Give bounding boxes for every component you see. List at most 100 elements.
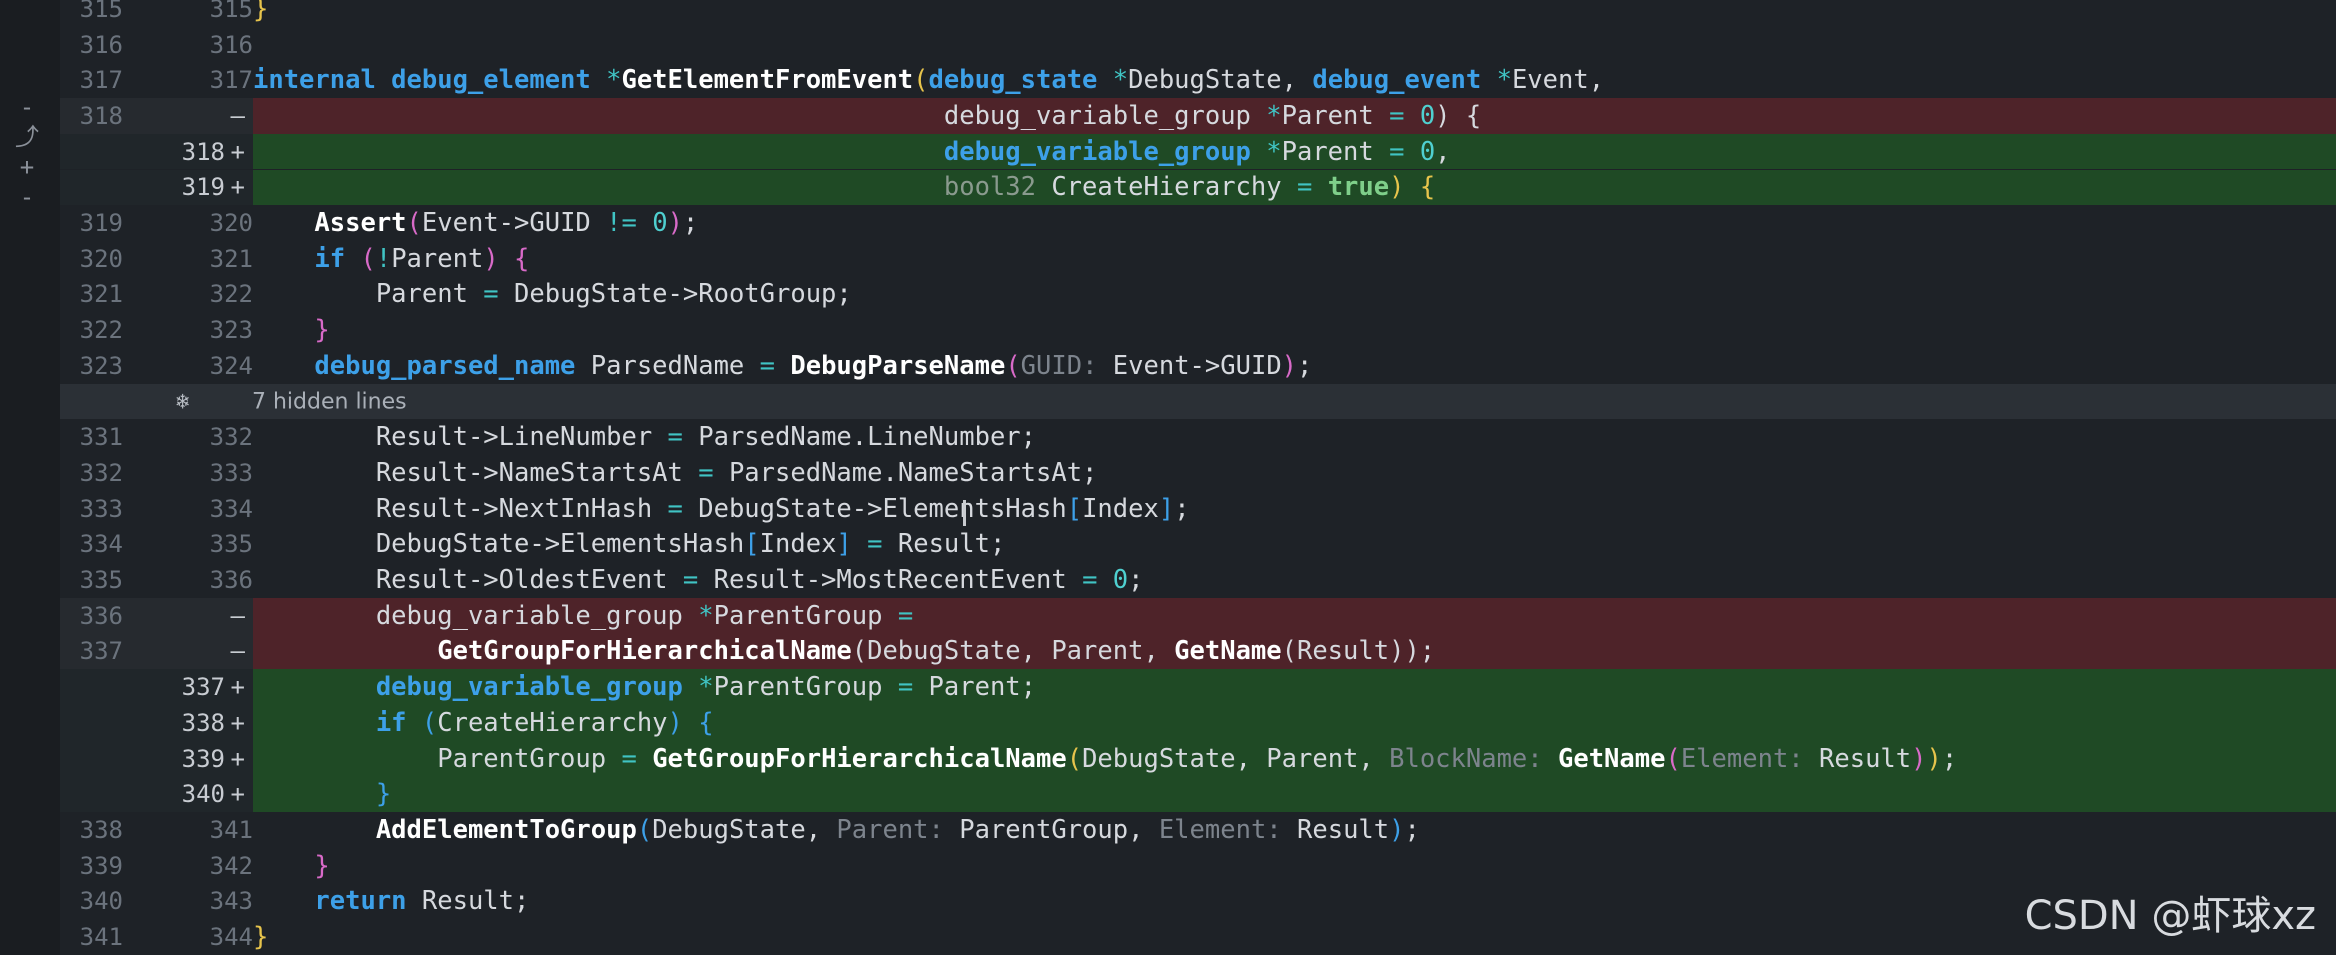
code-token: = (897, 672, 929, 703)
code-token: ParentGroup (713, 672, 898, 703)
code-text[interactable]: } (253, 312, 2336, 348)
code-text[interactable]: Result->NameStartsAt = ParsedName.NameSt… (253, 455, 2336, 491)
line-number-gutter[interactable]: 332 333 (60, 455, 253, 491)
line-number-gutter[interactable]: 316 316 (60, 27, 253, 63)
add-icon[interactable]: + (14, 152, 40, 182)
added-marker: + (230, 708, 245, 737)
collapse-icon[interactable]: - (14, 182, 40, 212)
code-text[interactable]: Result->LineNumber = ParsedName.LineNumb… (253, 419, 2336, 455)
code-text[interactable]: debug_variable_group * Parent = 0, (253, 134, 2336, 170)
code-token: = (682, 565, 714, 596)
code-text[interactable]: GetGroupForHierarchicalName (DebugState, … (253, 634, 2336, 670)
code-text[interactable]: AddElementToGroup(DebugState, Parent: Pa… (253, 812, 2336, 848)
added-line: 339 + ParentGroup = GetGroupForHierarchic… (60, 740, 2336, 777)
line-number-gutter[interactable]: 335 336 (60, 562, 253, 598)
context-line: 321 322 Parent = DebugState->RootGroup; (60, 277, 2336, 313)
line-number-gutter[interactable]: 337 + (60, 669, 253, 705)
line-number-gutter[interactable]: 331 332 (60, 419, 253, 455)
new-line-number: 333 (209, 458, 253, 487)
code-text[interactable]: bool32 CreateHierarchy = true) { (253, 170, 2336, 206)
code-token: * (698, 672, 714, 703)
old-line-number: 337 (79, 637, 123, 666)
line-number-gutter[interactable]: 321 322 (60, 277, 253, 313)
line-number-gutter[interactable]: 340 343 (60, 884, 253, 920)
line-number-gutter[interactable]: 336 — (60, 597, 253, 634)
code-text[interactable]: Assert(Event->GUID != 0); (253, 205, 2336, 241)
old-line-number: 315 (79, 0, 123, 23)
added-line: 340 + } (60, 776, 2336, 813)
line-number-gutter[interactable]: 317 317 (60, 62, 253, 98)
code-text[interactable]: debug_variable_group * ParentGroup = (253, 598, 2336, 634)
code-token: = (759, 350, 791, 381)
old-line-number: 321 (79, 280, 123, 309)
line-number-gutter[interactable]: 334 335 (60, 527, 253, 563)
diff-editor[interactable]: 315 315} 316 316 317 317 internal debug_elemen… (60, 0, 2336, 955)
code-text[interactable]: } (253, 776, 2336, 812)
code-text[interactable]: Parent = DebugState->RootGroup; (253, 277, 2336, 313)
code-text[interactable]: Result->OldestEvent = Result->MostRecent… (253, 562, 2336, 598)
code-token: ; (682, 208, 699, 239)
code-text[interactable]: } (253, 848, 2336, 884)
line-number-gutter[interactable]: 319 320 (60, 205, 253, 241)
added-marker: + (230, 173, 245, 202)
code-token: ( (406, 208, 422, 239)
collapse-icon[interactable]: - (14, 92, 40, 122)
code-token: ) (667, 707, 699, 738)
code-token: [ (744, 529, 760, 560)
line-number-gutter[interactable]: 341 344 (60, 919, 253, 955)
code-text[interactable]: debug_variable_group * ParentGroup = Pare… (253, 669, 2336, 705)
code-text[interactable]: ParentGroup = GetGroupForHierarchicalNam… (253, 741, 2336, 777)
old-line-number: 334 (79, 530, 123, 559)
code-text[interactable]: } (253, 0, 2336, 27)
line-number-gutter[interactable]: 318 + (60, 133, 253, 170)
new-line-number: 337 (181, 673, 225, 702)
expand-fold-icon[interactable]: ❄ (176, 389, 189, 414)
new-line-number: 339 (181, 744, 225, 773)
line-number-gutter[interactable]: 339 342 (60, 848, 253, 884)
line-number-gutter[interactable]: 320 321 (60, 241, 253, 277)
code-text[interactable]: if (! Parent) { (253, 241, 2336, 277)
code-text[interactable] (253, 27, 2336, 63)
hidden-lines-fold[interactable]: ❄ 7 hidden lines (60, 383, 2336, 420)
old-line-number: 322 (79, 316, 123, 345)
line-number-gutter[interactable]: 323 324 (60, 348, 253, 384)
old-line-number: 316 (79, 30, 123, 59)
code-token: ParentGroup (713, 600, 898, 631)
undo-icon[interactable]: ⤴ (14, 122, 40, 152)
line-number-gutter[interactable]: 338 + (60, 705, 253, 741)
fold-label[interactable]: 7 hidden lines (252, 389, 407, 414)
line-number-gutter[interactable]: 315 315 (60, 0, 253, 27)
code-token: debug_variable_group (943, 136, 1267, 167)
code-token: * (1112, 65, 1129, 96)
code-token: Result->OldestEvent (375, 565, 683, 596)
new-line-number: 323 (209, 316, 253, 345)
code-text[interactable]: return Result; (253, 884, 2336, 920)
new-line-number: 318 (181, 137, 225, 166)
line-number-gutter[interactable]: 339 + (60, 740, 253, 777)
line-number-gutter[interactable]: 319 + (60, 169, 253, 206)
code-text[interactable]: debug_parsed_name ParsedName = DebugPars… (253, 348, 2336, 384)
code-text[interactable]: } (253, 919, 2336, 955)
line-number-gutter[interactable]: 318 — (60, 98, 253, 134)
code-token: if (314, 243, 361, 274)
code-text[interactable]: internal debug_element * GetElementFromEv… (253, 62, 2336, 98)
new-line-number: 340 (181, 780, 225, 809)
line-number-gutter[interactable]: 337 — (60, 633, 253, 670)
new-line-number: 315 (209, 0, 253, 23)
code-text[interactable]: if (CreateHierarchy) { (253, 705, 2336, 741)
code-token: = (621, 743, 653, 774)
code-token: = (897, 600, 914, 631)
code-token: 0 (1419, 136, 1436, 167)
line-number-gutter[interactable]: 322 323 (60, 312, 253, 348)
line-number-gutter[interactable]: 338 341 (60, 812, 253, 848)
old-line-number: 332 (79, 458, 123, 487)
line-number-gutter[interactable]: 333 334 (60, 491, 253, 527)
code-text[interactable]: DebugState->ElementsHash[Index] = Result… (253, 527, 2336, 563)
code-token: Parent (391, 243, 484, 274)
code-token: Parent: (836, 814, 944, 845)
line-number-gutter[interactable]: 340 + (60, 776, 253, 813)
code-text[interactable]: debug_variable_group * Parent = 0) { (253, 98, 2336, 134)
code-text[interactable]: Result->NextInHash = DebugState->Element… (253, 491, 2336, 527)
